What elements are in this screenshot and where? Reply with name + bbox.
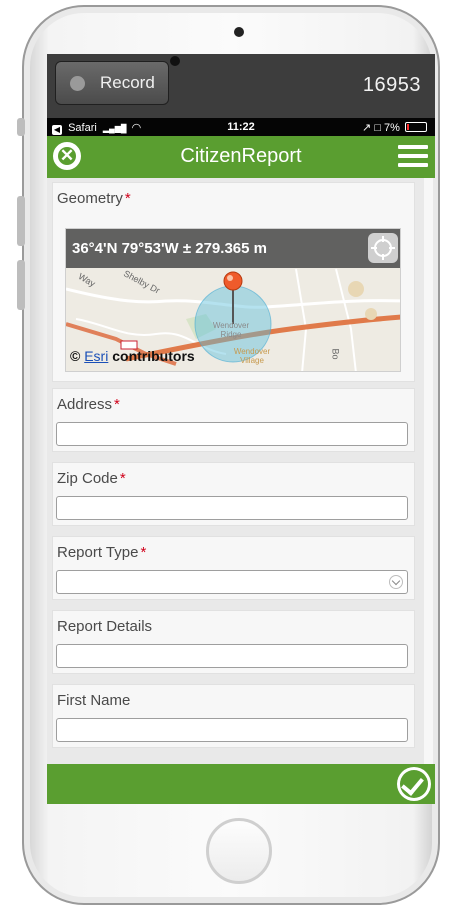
address-label-text: Address — [57, 396, 113, 413]
record-label: Record — [100, 73, 155, 92]
chevron-down-icon — [389, 575, 403, 589]
required-marker: * — [124, 190, 131, 207]
esri-link[interactable]: Esri — [84, 348, 108, 364]
report-type-label: Report Type * — [57, 544, 146, 561]
phone-screen: Record 16953 ◀ Safari ▂▄▆█ ◠ 11:22 ↗ □ 7… — [47, 54, 435, 804]
geometry-label: Geometry * — [57, 190, 131, 207]
zip-code-label-text: Zip Code — [57, 470, 118, 487]
geometry-label-text: Geometry — [57, 190, 123, 207]
location-bar: 36°4'N 79°53'W ± 279.365 m — [66, 229, 400, 268]
record-button[interactable]: Record — [55, 61, 169, 105]
first-name-input[interactable] — [56, 718, 408, 742]
map-street-label: Bo — [330, 348, 341, 360]
crosshair-icon — [371, 236, 395, 260]
mute-switch — [17, 118, 25, 136]
camera-dot-icon — [170, 56, 180, 66]
map-place-label: Wendover Ridge — [212, 321, 250, 339]
report-type-field-card: Report Type * — [52, 536, 415, 600]
map-place-label: Wendover Village — [233, 347, 271, 365]
app-header: ✕ CitizenReport — [47, 136, 435, 178]
geometry-card: Geometry * Shelby Dr Way Wendover Ridge … — [52, 182, 415, 382]
report-details-field-card: Report Details — [52, 610, 415, 674]
volume-up-button — [17, 196, 25, 246]
zip-code-label: Zip Code * — [57, 470, 126, 487]
app-title: CitizenReport — [180, 145, 302, 167]
gps-locate-button[interactable] — [368, 233, 398, 263]
location-screen-icon: ↗ □ — [362, 122, 381, 134]
attribution-suffix: contributors — [108, 348, 195, 364]
zip-code-input[interactable] — [56, 496, 408, 520]
report-type-select[interactable] — [56, 570, 408, 594]
report-type-label-text: Report Type — [57, 544, 139, 561]
address-label: Address * — [57, 396, 120, 413]
battery-percent: 7% — [384, 122, 400, 134]
app-footer — [47, 764, 435, 804]
record-counter: 16953 — [362, 74, 421, 96]
location-coordinates: 36°4'N 79°53'W ± 279.365 m — [72, 240, 267, 257]
address-field-card: Address * — [52, 388, 415, 452]
copyright-mark: © — [70, 348, 85, 364]
status-right: ↗ □ 7% — [362, 121, 427, 134]
zip-code-field-card: Zip Code * — [52, 462, 415, 526]
volume-down-button — [17, 260, 25, 310]
first-name-field-card: First Name — [52, 684, 415, 748]
home-button[interactable] — [206, 818, 272, 884]
recording-bar: Record 16953 — [47, 54, 435, 118]
front-camera-icon — [234, 27, 244, 37]
address-input[interactable] — [56, 422, 408, 446]
report-details-label: Report Details — [57, 618, 153, 635]
form-scrollbar[interactable] — [424, 178, 433, 764]
first-name-label: First Name — [57, 692, 131, 709]
report-details-input[interactable] — [56, 644, 408, 668]
survey-form[interactable]: Geometry * Shelby Dr Way Wendover Ridge … — [47, 178, 435, 764]
status-bar: ◀ Safari ▂▄▆█ ◠ 11:22 ↗ □ 7% — [47, 118, 435, 136]
required-marker: * — [140, 544, 147, 561]
map-attribution: © Esri contributors — [70, 348, 195, 364]
required-marker: * — [114, 396, 120, 413]
location-map[interactable]: Shelby Dr Way Wendover Ridge Wendover Vi… — [65, 228, 401, 372]
submit-button[interactable] — [397, 767, 431, 801]
required-marker: * — [119, 470, 126, 487]
record-dot-icon — [70, 76, 85, 91]
checkmark-icon — [401, 772, 424, 796]
battery-icon — [405, 122, 427, 132]
menu-icon[interactable] — [398, 145, 428, 169]
